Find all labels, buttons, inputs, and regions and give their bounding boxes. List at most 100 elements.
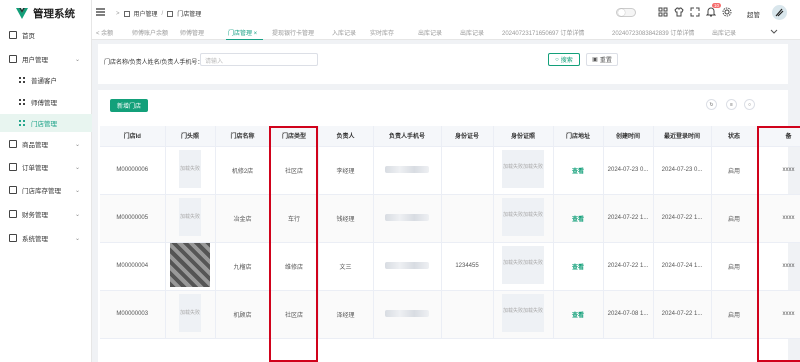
vue-logo-icon: [16, 7, 28, 19]
view-address-link[interactable]: 查看: [572, 313, 584, 319]
storefront-photo[interactable]: 加载失败: [179, 198, 201, 236]
last-login-time: 2024-07-23 0...: [661, 167, 703, 173]
created-time: 2024-07-22 1...: [607, 215, 649, 221]
app-logo: 管理系统: [0, 0, 91, 26]
search-toggle-icon[interactable]: ○: [744, 99, 755, 110]
column-header: 门头照: [165, 126, 216, 147]
sidebar-item-8[interactable]: 财务管理 ⌄: [0, 205, 92, 223]
column-header: 门店Id: [100, 126, 166, 147]
view-address-link[interactable]: 查看: [572, 265, 584, 271]
view-address-link[interactable]: 查看: [572, 169, 584, 175]
column-header: 身份证照: [493, 126, 554, 147]
store-id: M00000005: [116, 215, 149, 221]
menu-toggle-icon[interactable]: [96, 8, 105, 16]
column-header: 创建时间: [603, 126, 654, 147]
refresh-icon[interactable]: ↻: [706, 99, 717, 110]
tab-bar: < 余额 师傅账户余额 师傅管理 门店管理 × 提现银行卡管理 入库记录 实时库存 出库记录 出…: [92, 26, 800, 40]
storefront-photo[interactable]: 加载失败: [179, 294, 201, 332]
manager-name: 文三: [339, 264, 352, 271]
last-login-time: 2024-07-22 1...: [661, 215, 703, 221]
tab-10[interactable]: 20240723083842839 订单详情: [612, 28, 694, 37]
note-text: xxxx: [782, 311, 795, 317]
add-store-button[interactable]: 新增门店: [110, 99, 148, 112]
created-time: 2024-07-08 1...: [607, 311, 649, 317]
chevron-down-icon[interactable]: [770, 29, 778, 35]
tab-4[interactable]: 提现银行卡管理: [272, 28, 314, 37]
layout-icon[interactable]: [658, 7, 668, 17]
store-name: 冶金店: [233, 216, 252, 223]
store-id: M00000003: [116, 311, 149, 317]
storefront-photo[interactable]: [170, 243, 210, 287]
sidebar-item-9[interactable]: 系统管理 ⌄: [0, 229, 92, 247]
tab-9[interactable]: 20240723171650697 订单详情: [502, 28, 584, 37]
table-row[interactable]: M00000004 九榴店 维修店 文三 1234455 加载失败加载失败 查看 2024-0…: [100, 242, 800, 291]
tab-11[interactable]: 出库记录: [712, 28, 736, 37]
shirt-icon[interactable]: [674, 7, 684, 17]
app-title: 管理系统: [33, 7, 75, 20]
column-settings-icon[interactable]: ≡: [726, 99, 737, 110]
sidebar-item-7[interactable]: 门店库存管理 ⌄: [0, 181, 92, 199]
last-login-time: 2024-07-24 1...: [661, 263, 703, 269]
sidebar-item-2[interactable]: 普通客户: [0, 71, 92, 89]
breadcrumb-item-user[interactable]: 用户管理: [134, 9, 158, 18]
note-text: xxxx: [782, 263, 795, 269]
column-header: 门店地址: [553, 126, 604, 147]
id-card-photo[interactable]: 加载失败加载失败: [502, 198, 544, 236]
column-header: 状态: [711, 126, 758, 147]
sidebar-item-1[interactable]: 用户管理 ⌄: [0, 50, 92, 68]
search-input[interactable]: 请输入: [200, 53, 318, 66]
status-text: 启用: [727, 168, 740, 175]
sidebar-item-label: 普通客户: [31, 78, 57, 85]
search-button[interactable]: ○ 搜索: [548, 53, 580, 66]
sidebar-item-4[interactable]: 门店管理: [0, 114, 92, 132]
id-card-photo[interactable]: 加载失败加载失败: [502, 150, 544, 188]
theme-toggle[interactable]: [616, 8, 636, 17]
created-time: 2024-07-23 0...: [607, 167, 649, 173]
tab-7[interactable]: 出库记录: [418, 28, 442, 37]
tab-1[interactable]: 师傅账户余额: [132, 28, 168, 37]
chevron-down-icon: ⌄: [74, 164, 80, 171]
tab-2[interactable]: 师傅管理: [180, 28, 204, 37]
status-text: 启用: [727, 312, 740, 319]
sidebar-item-6[interactable]: 订单管理 ⌄: [0, 158, 92, 176]
storefront-photo[interactable]: 加载失败: [179, 150, 201, 188]
store-name: 九榴店: [233, 264, 252, 271]
tab-6[interactable]: 实时库存: [370, 28, 394, 37]
store-name: 机修2店: [231, 168, 254, 175]
table-row[interactable]: M00000006 加载失败 机修2店 社区店 李经理 加载失败加载失败 查看 2024-07…: [100, 146, 800, 195]
sidebar-item-label: 门店管理: [31, 121, 57, 128]
chevron-down-icon: ⌄: [74, 187, 80, 194]
chevron-down-icon: ⌄: [74, 235, 80, 242]
sidebar-item-0[interactable]: 首页: [0, 26, 92, 44]
avatar[interactable]: [772, 5, 787, 20]
home-icon: [9, 31, 17, 39]
table-row[interactable]: M00000003 加载失败 机顾店 社区店 泽经理 加载失败加载失败 查看 2024-07-…: [100, 290, 800, 339]
top-bar: > 用户管理 / 门店管理 10 超管: [92, 0, 800, 26]
manager-name: 李经理: [336, 168, 355, 175]
username[interactable]: 超管: [747, 9, 760, 19]
table-row[interactable]: M00000005 加载失败 冶金店 车行 钱经理 加载失败加载失败 查看 2024-07-2…: [100, 194, 800, 243]
tab-3[interactable]: 门店管理 ×: [225, 28, 264, 40]
id-card-photo[interactable]: 加载失败加载失败: [502, 294, 544, 332]
tab-5[interactable]: 入库记录: [332, 28, 356, 37]
view-address-link[interactable]: 查看: [572, 217, 584, 223]
store-id: M00000004: [116, 263, 149, 269]
sidebar-item-label: 师傅管理: [31, 100, 57, 107]
manager-phone-redacted: [385, 261, 429, 269]
dots-icon: [18, 98, 26, 106]
sidebar-item-5[interactable]: 商品管理 ⌄: [0, 135, 92, 153]
sidebar-item-3[interactable]: 师傅管理: [0, 93, 92, 111]
id-card-photo[interactable]: 加载失败加载失败: [502, 246, 544, 284]
fullscreen-icon[interactable]: [690, 7, 700, 17]
settings-icon[interactable]: [722, 7, 732, 17]
breadcrumb: > 用户管理 / 门店管理: [116, 9, 202, 18]
tab-8[interactable]: 出库记录: [460, 28, 484, 37]
table-header-row: 门店Id 门头照 门店名称 门店类型 负责人 负责人手机号 身份证号 身份证照 门店地址 创建时间…: [100, 126, 800, 147]
reset-button[interactable]: ▣ 重置: [586, 53, 618, 66]
chevron-down-icon: ⌄: [74, 141, 80, 148]
sidebar-item-label: 系统管理: [22, 236, 48, 243]
tab-0[interactable]: < 余额: [96, 28, 113, 37]
bell-icon[interactable]: [706, 7, 716, 17]
manager-phone-redacted: [385, 309, 429, 317]
breadcrumb-item-store: 门店管理: [177, 12, 202, 18]
